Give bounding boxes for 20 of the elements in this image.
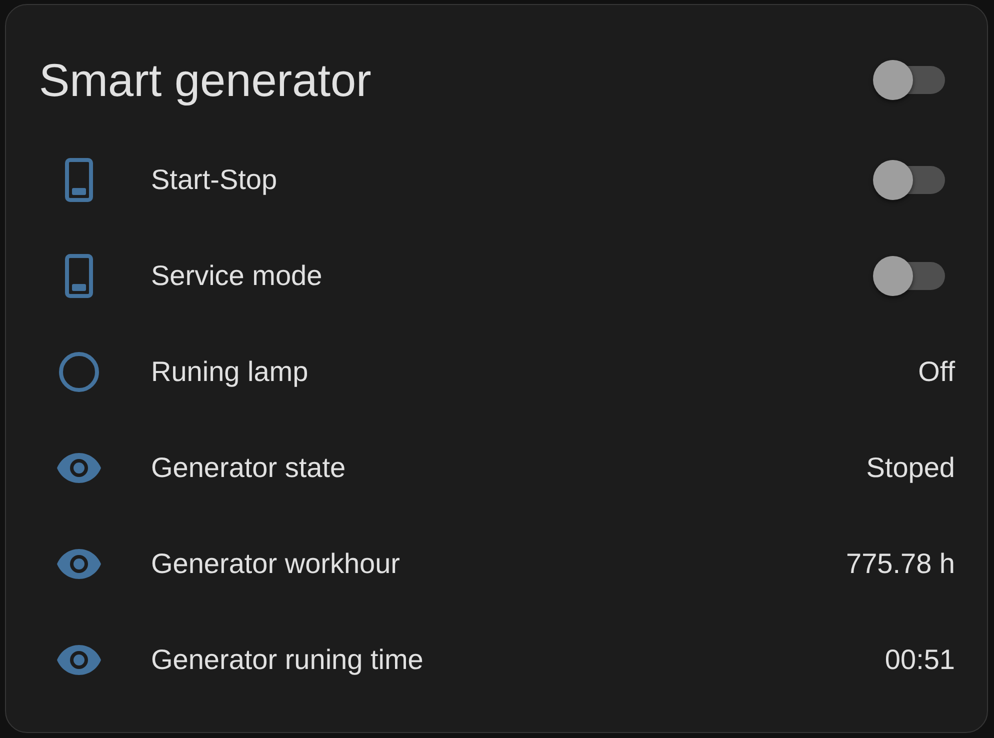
card-title: Smart generator [39,57,372,103]
toggle-switch[interactable] [873,60,945,100]
entity-name: Generator state [151,454,346,482]
phone-icon [65,158,93,202]
entity-name: Generator runing time [151,646,424,674]
circle-icon [59,352,99,392]
entity-state: Off [918,358,955,386]
entity-state: Stoped [866,454,955,482]
entity-name: Start-Stop [151,166,278,194]
eye-icon [57,453,101,483]
eye-icon [57,645,101,675]
entity-name: Generator workhour [151,550,400,578]
toggle-switch[interactable] [873,256,945,296]
entity-name: Runing lamp [151,358,308,386]
eye-icon [57,549,101,579]
toggle-switch[interactable] [873,160,945,200]
phone-icon [65,254,93,298]
entity-state: 775.78 h [846,550,955,578]
entity-name: Service mode [151,262,322,290]
entity-state: 00:51 [884,646,955,674]
